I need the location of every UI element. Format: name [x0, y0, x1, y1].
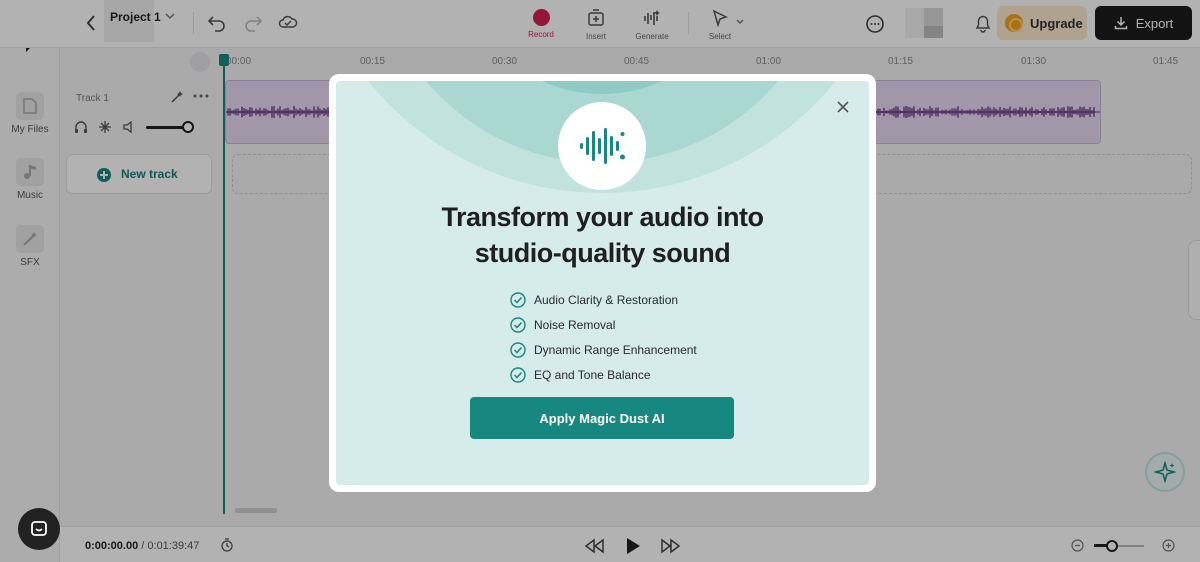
modal-title-line: Transform your audio into [441, 202, 764, 232]
feature-text: Dynamic Range Enhancement [534, 342, 697, 357]
list-item: Noise Removal [510, 312, 770, 337]
check-circle-icon [510, 366, 526, 383]
list-item: Dynamic Range Enhancement [510, 337, 770, 362]
apply-magic-dust-button[interactable]: Apply Magic Dust AI [470, 397, 734, 439]
modal-title: Transform your audio into studio-quality… [336, 199, 869, 271]
feature-text: EQ and Tone Balance [534, 367, 651, 382]
modal-content: Transform your audio into studio-quality… [336, 81, 869, 485]
sound-wave-icon [580, 128, 625, 164]
check-circle-icon [510, 341, 526, 358]
chat-bubble-icon [31, 521, 47, 536]
list-item: EQ and Tone Balance [510, 362, 770, 387]
feature-text: Audio Clarity & Restoration [534, 292, 679, 307]
check-circle-icon [510, 291, 526, 308]
feature-list: Audio Clarity & Restoration Noise Remova… [510, 287, 770, 387]
list-item: Audio Clarity & Restoration [510, 287, 770, 312]
magic-dust-modal: Transform your audio into studio-quality… [329, 74, 876, 492]
support-chat-button[interactable] [18, 508, 60, 550]
close-icon[interactable] [834, 98, 852, 116]
hero-badge [558, 102, 646, 190]
check-circle-icon [510, 316, 526, 333]
modal-title-line: studio-quality sound [474, 238, 731, 268]
feature-text: Noise Removal [534, 317, 616, 332]
